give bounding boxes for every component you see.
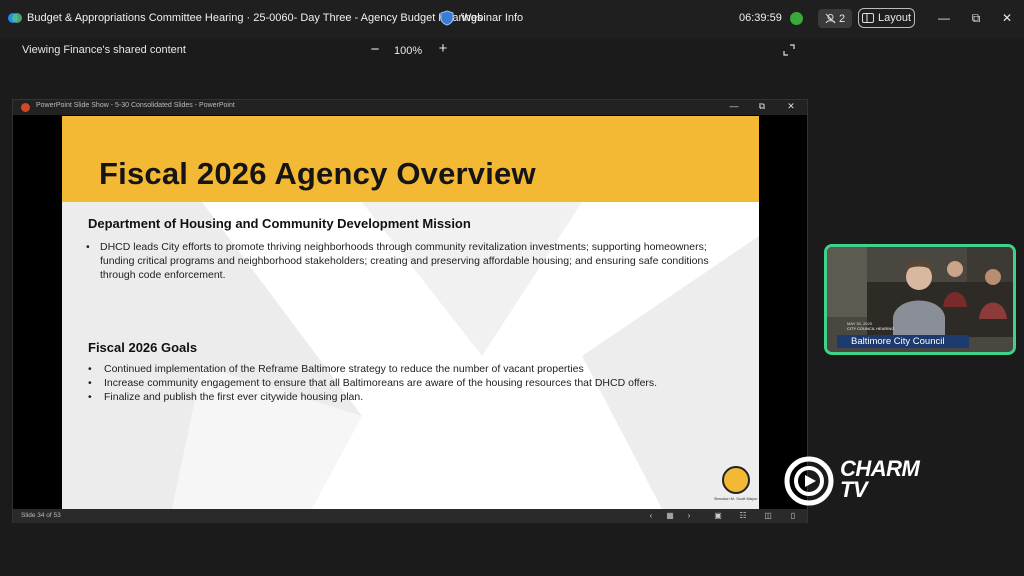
layout-button[interactable]: Layout [858, 8, 915, 28]
video-caption: CITY COUNCIL HEARING [847, 326, 895, 331]
bullet-icon: • [88, 363, 92, 375]
seal-caption: Brandon M. Scott Mayor [714, 496, 758, 501]
mission-text: DHCD leads City efforts to promote thriv… [100, 241, 709, 281]
goal-text: Increase community engagement to ensure … [104, 377, 658, 389]
ppt-close-icon[interactable]: ✕ [785, 101, 797, 112]
goal-text: Finalize and publish the first ever city… [104, 391, 364, 403]
zoom-level[interactable]: 100% [394, 45, 422, 57]
ppt-titlebar: PowerPoint Slide Show - 5-30 Consolidate… [13, 100, 807, 115]
charm-tv-logo-icon [784, 456, 834, 506]
presenter-icon[interactable]: ▯ [788, 511, 798, 520]
goals-heading: Fiscal 2026 Goals [88, 340, 198, 355]
city-seal-icon [722, 466, 750, 494]
slide-sorter-icon[interactable]: ☷ [738, 511, 748, 520]
zoom-out-button[interactable]: − [368, 41, 382, 58]
charm-tv-wordmark: CHARM TV [840, 456, 920, 502]
goal-text: Continued implementation of the Reframe … [104, 363, 584, 375]
meeting-title: Budget & Appropriations Committee Hearin… [27, 12, 483, 24]
next-slide-icon[interactable]: › [684, 511, 694, 520]
bullet-icon: • [88, 377, 92, 389]
ppt-status-bar: Slide 34 of 53 ‹ ▦ › ▣ ☷ ◫ ▯ [13, 509, 807, 523]
shared-powerpoint-window: PowerPoint Slide Show - 5-30 Consolidate… [12, 99, 808, 523]
slide-title: Fiscal 2026 Agency Overview [99, 156, 536, 191]
layout-label: Layout [877, 12, 912, 24]
participants-count: 2 [838, 12, 846, 25]
slide-counter: Slide 34 of 53 [21, 512, 61, 519]
goal-item: • Increase community engagement to ensure… [88, 376, 738, 390]
share-toolbar: Viewing Finance's shared content − 100% … [0, 38, 1024, 64]
slide: Fiscal 2026 Agency Overview Department o… [62, 116, 759, 509]
ppt-restore-icon[interactable]: ⧉ [756, 101, 768, 112]
meeting-timer: 06:39:59 [739, 12, 782, 24]
mission-heading: Department of Housing and Community Deve… [88, 216, 471, 231]
minimize-icon[interactable]: — [935, 9, 953, 27]
ppt-minimize-icon[interactable]: — [728, 101, 740, 111]
webex-logo-icon [8, 13, 22, 23]
share-status-label: Viewing Finance's shared content [22, 44, 186, 56]
charm-wordmark-line1: CHARM [840, 456, 920, 481]
mission-bullet: • DHCD leads City efforts to promote thr… [86, 240, 726, 282]
normal-view-icon[interactable]: ▣ [713, 511, 723, 520]
slide-menu-icon[interactable]: ▦ [665, 511, 675, 520]
reading-view-icon[interactable]: ◫ [763, 511, 773, 520]
participants-button[interactable]: 2 [818, 9, 852, 28]
participants-muted-icon [825, 13, 836, 24]
layout-icon [861, 13, 874, 23]
expand-icon[interactable] [783, 44, 795, 56]
previous-slide-icon[interactable]: ‹ [646, 511, 656, 520]
ppt-window-title: PowerPoint Slide Show - 5-30 Consolidate… [36, 102, 235, 109]
goal-item: • Continued implementation of the Reframe… [88, 362, 738, 376]
close-icon[interactable]: ✕ [998, 9, 1016, 27]
shield-icon[interactable] [440, 10, 454, 26]
bullet-icon: • [86, 241, 90, 253]
charm-wordmark-line2: TV [840, 477, 868, 502]
webinar-info-link[interactable]: Webinar Info [461, 12, 523, 24]
zoom-in-button[interactable]: + [436, 40, 450, 57]
powerpoint-icon [21, 103, 30, 112]
bullet-icon: • [88, 391, 92, 403]
restore-icon[interactable]: ⧉ [967, 9, 985, 27]
video-lower-third: Baltimore City Council [837, 335, 969, 348]
goals-list: • Continued implementation of the Reframe… [88, 362, 738, 404]
meeting-titlebar: Budget & Appropriations Committee Hearin… [0, 0, 1024, 38]
recording-indicator-icon[interactable] [790, 12, 803, 25]
goal-item: • Finalize and publish the first ever cit… [88, 390, 738, 404]
participant-video-tile[interactable]: MAY 30, 2025 CITY COUNCIL HEARING Baltim… [824, 244, 1016, 355]
